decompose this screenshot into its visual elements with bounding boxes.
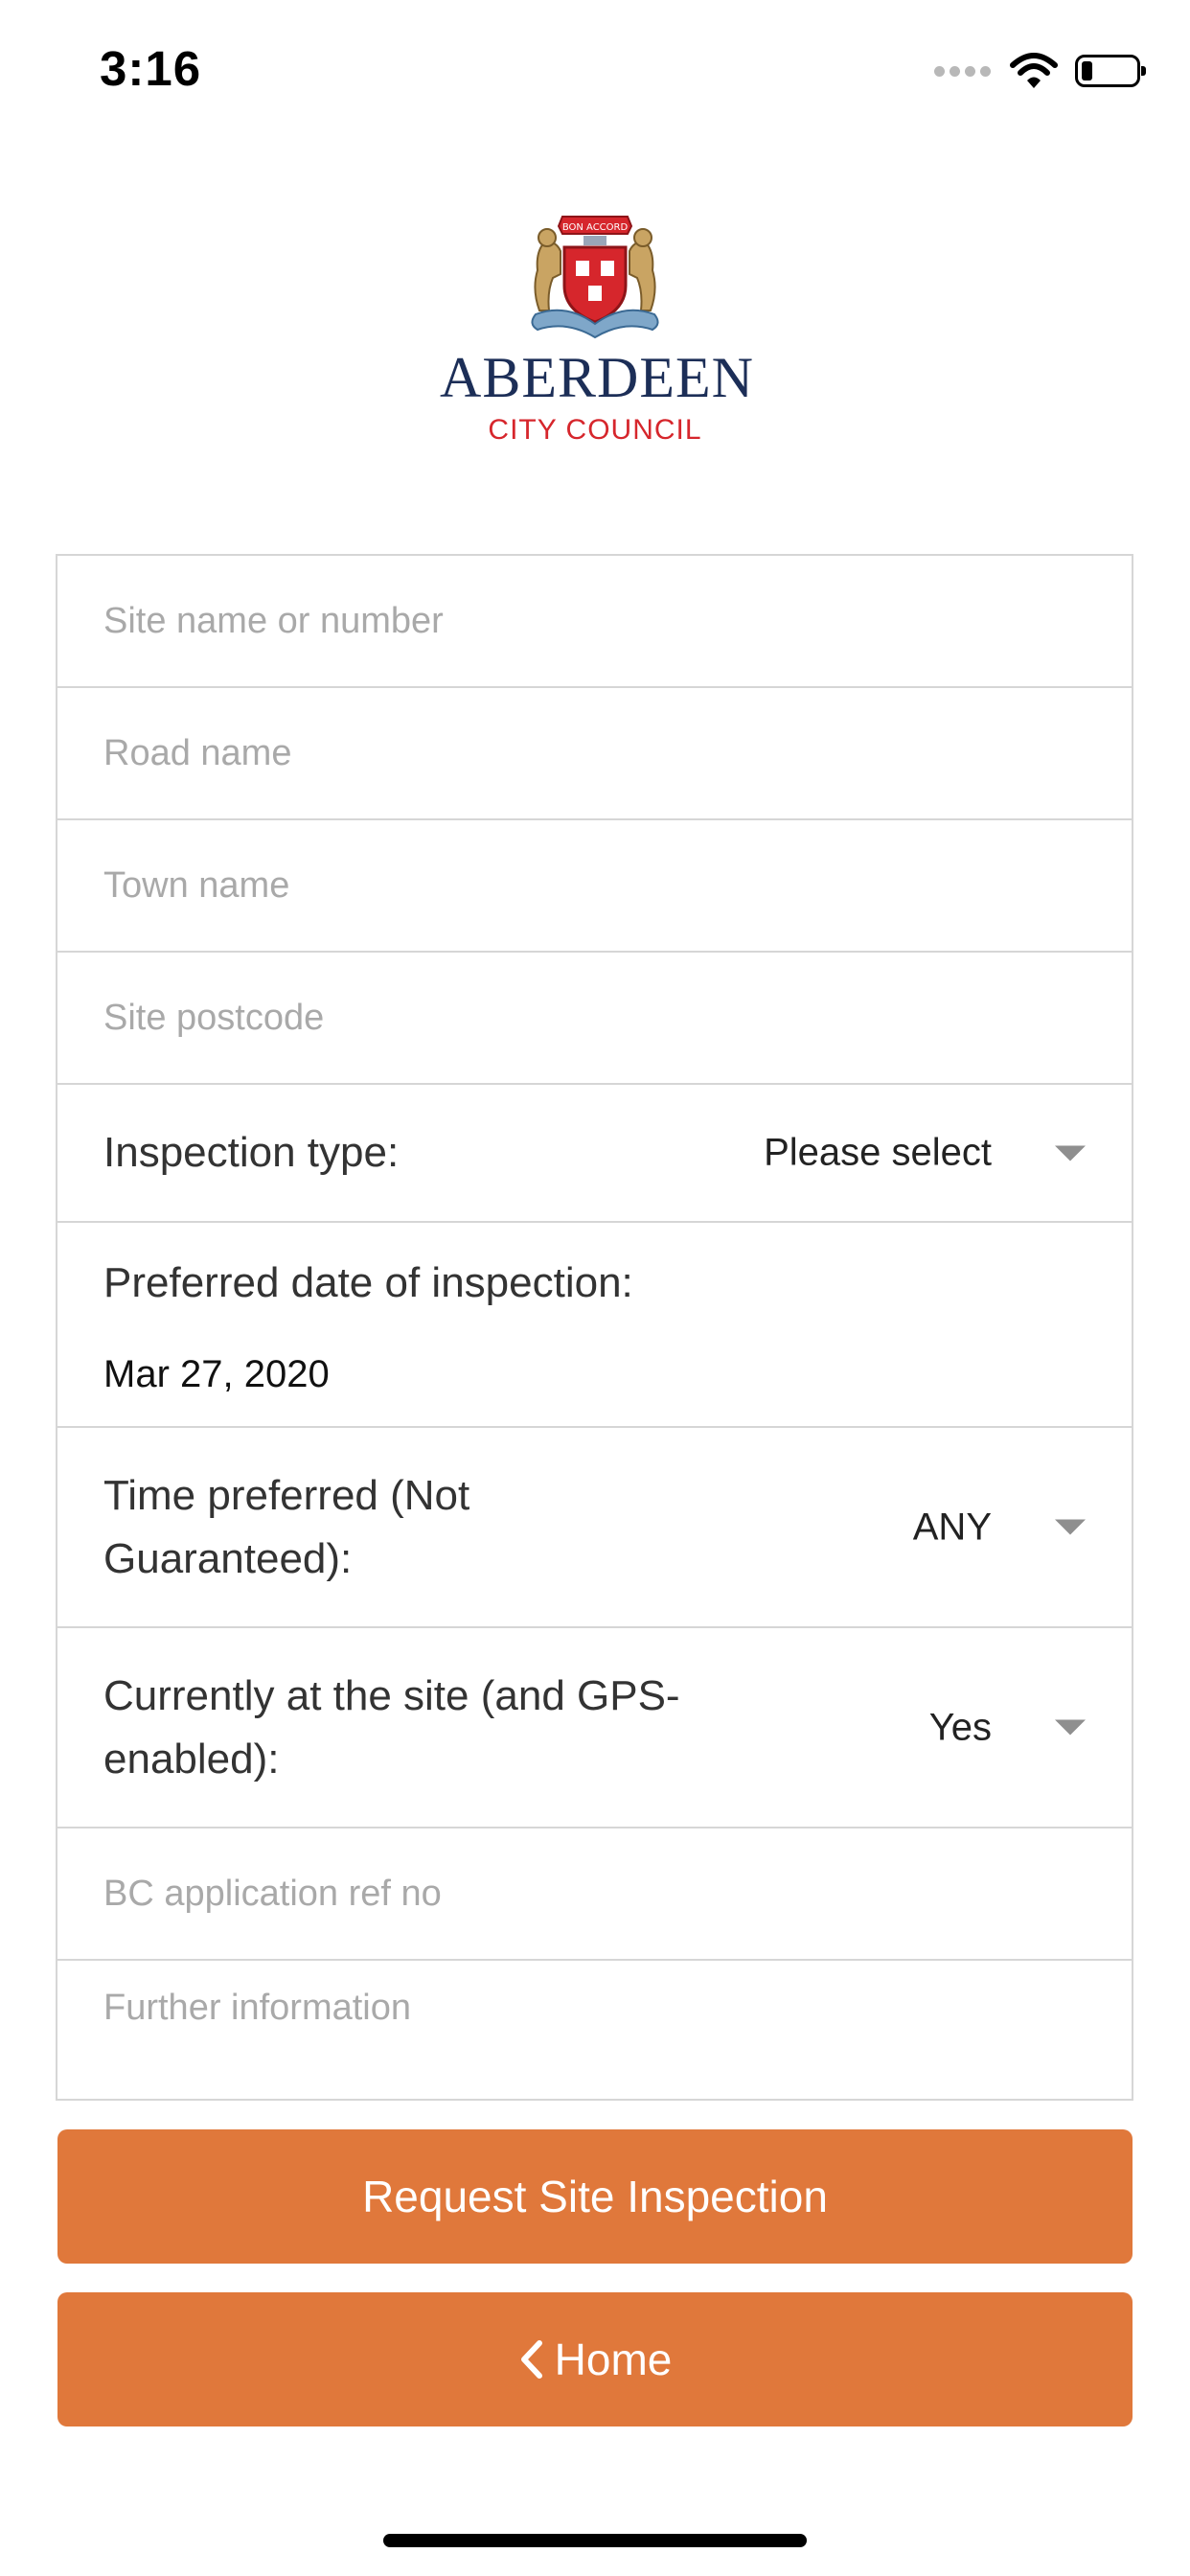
inspection-type-select[interactable]: Please select [764, 1132, 1086, 1175]
time-preferred-label: Time preferred (Not Guaranteed): [103, 1471, 470, 1582]
currently-at-site-label: Currently at the site (and GPS-enabled): [103, 1671, 680, 1782]
inspection-type-value: Please select [764, 1131, 992, 1174]
site-postcode-input[interactable] [57, 953, 1132, 1083]
home-button-label: Home [554, 2334, 673, 2384]
home-button[interactable]: Home [57, 2292, 1133, 2426]
battery-icon [1075, 55, 1146, 87]
preferred-date-row: Preferred date of inspection: Mar 27, 20… [57, 1223, 1132, 1428]
status-icons [934, 52, 1146, 90]
preferred-date-label: Preferred date of inspection: [103, 1259, 633, 1306]
bc-ref-input[interactable] [57, 1828, 1132, 1959]
crest-motto: BON ACCORD [562, 222, 629, 233]
home-indicator[interactable] [383, 2534, 807, 2547]
signal-dots-icon [934, 65, 991, 77]
caret-down-icon [1055, 1719, 1086, 1736]
request-site-inspection-button[interactable]: Request Site Inspection [57, 2129, 1133, 2264]
currently-at-site-row: Currently at the site (and GPS-enabled):… [57, 1628, 1132, 1828]
time-preferred-row: Time preferred (Not Guaranteed): ANY [57, 1428, 1132, 1628]
bc-ref-row [57, 1828, 1132, 1961]
road-name-input[interactable] [57, 688, 1132, 818]
inspection-type-row: Inspection type: Please select [57, 1085, 1132, 1223]
caret-down-icon [1055, 1145, 1086, 1161]
site-postcode-row [57, 953, 1132, 1085]
time-preferred-value: ANY [912, 1506, 992, 1548]
road-name-row [57, 688, 1132, 820]
site-name-input[interactable] [57, 556, 1132, 686]
logo-subtitle: CITY COUNCIL [488, 414, 702, 446]
request-button-label: Request Site Inspection [362, 2172, 828, 2221]
site-inspection-form: Inspection type: Please select Preferred… [56, 554, 1133, 2101]
currently-at-site-select[interactable]: Yes [929, 1706, 1086, 1749]
council-logo: BON ACCORD ABERDEEN CITY COUNCIL [440, 203, 754, 450]
caret-down-icon [1055, 1519, 1086, 1535]
further-info-row [57, 1961, 1132, 2099]
status-time: 3:16 [100, 41, 202, 96]
wifi-icon [1010, 53, 1058, 88]
preferred-date-picker[interactable]: Mar 27, 2020 [103, 1353, 330, 1396]
site-name-row [57, 556, 1132, 688]
chevron-left-icon [520, 2340, 542, 2379]
time-preferred-select[interactable]: ANY [913, 1506, 1086, 1549]
currently-at-site-value: Yes [928, 1706, 992, 1748]
inspection-type-label: Inspection type: [103, 1129, 400, 1176]
battery-level [1082, 61, 1092, 80]
status-bar: 3:16 [0, 0, 1190, 134]
crest-icon: BON ACCORD [531, 216, 659, 339]
town-name-row [57, 820, 1132, 953]
further-info-textarea[interactable] [57, 1961, 1132, 2099]
logo-title: ABERDEEN [440, 346, 754, 409]
town-name-input[interactable] [57, 820, 1132, 951]
